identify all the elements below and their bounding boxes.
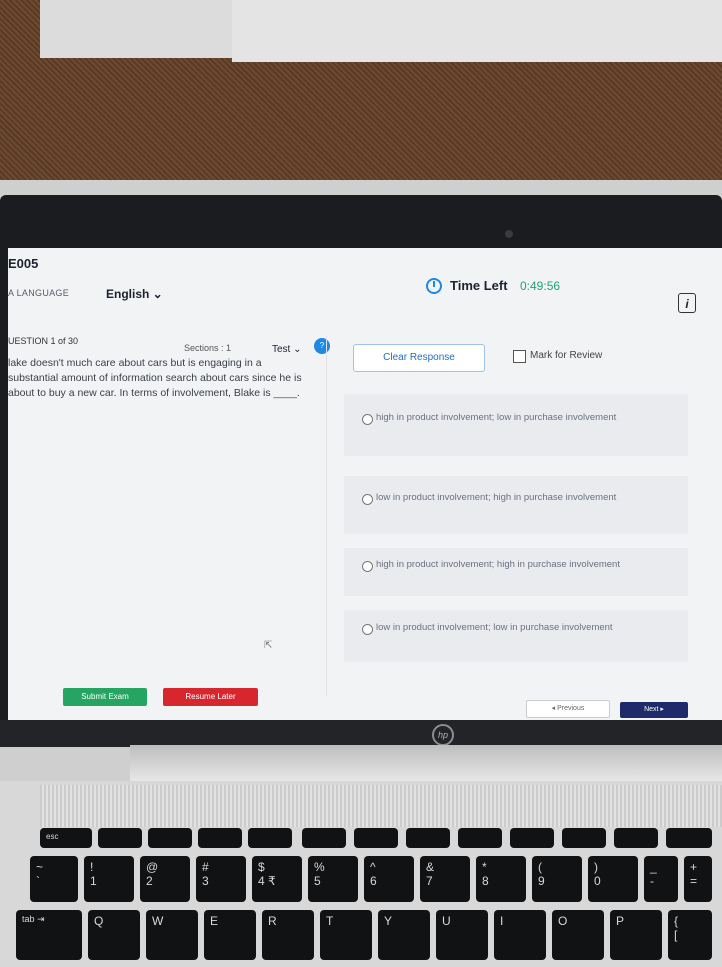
key-f10[interactable] xyxy=(562,828,606,848)
previous-button[interactable]: ◂ Previous xyxy=(526,700,610,718)
key-1[interactable]: ! 1 xyxy=(84,856,134,902)
radio-button[interactable] xyxy=(362,494,373,505)
exam-code: E005 xyxy=(8,256,39,271)
key-7[interactable]: & 7 xyxy=(420,856,470,902)
key-6[interactable]: ^ 6 xyxy=(364,856,414,902)
key-0[interactable]: ) 0 xyxy=(588,856,638,902)
stopwatch-icon xyxy=(426,278,442,294)
option-text: high in product involvement; low in purc… xyxy=(376,412,617,423)
key-r[interactable]: R xyxy=(262,910,314,960)
key-bracket[interactable]: { [ xyxy=(668,910,712,960)
key-backtick[interactable]: ~ ` xyxy=(30,856,78,902)
mark-for-review-checkbox[interactable] xyxy=(513,350,526,363)
key-5[interactable]: % 5 xyxy=(308,856,358,902)
option-text: high in product involvement; high in pur… xyxy=(376,559,620,570)
sections-label: Sections : 1 xyxy=(184,343,232,353)
hp-logo: hp xyxy=(432,724,454,746)
option-text: low in product involvement; low in purch… xyxy=(376,622,613,633)
answer-option-1[interactable]: high in product involvement; low in purc… xyxy=(344,394,688,456)
key-9[interactable]: ( 9 xyxy=(532,856,582,902)
language-label: A LANGUAGE xyxy=(8,288,70,298)
key-f7[interactable] xyxy=(406,828,450,848)
key-f2[interactable] xyxy=(148,828,192,848)
key-e[interactable]: E xyxy=(204,910,256,960)
laptop-hinge xyxy=(130,745,722,781)
panel-divider xyxy=(326,336,327,696)
key-f4[interactable] xyxy=(248,828,292,848)
mark-for-review-label[interactable]: Mark for Review xyxy=(530,350,602,361)
key-t[interactable]: T xyxy=(320,910,372,960)
key-tab[interactable]: tab ⇥ xyxy=(16,910,82,960)
test-dropdown[interactable]: Test ⌄ xyxy=(272,344,302,355)
info-icon[interactable]: i xyxy=(678,293,696,313)
submit-exam-button[interactable]: Submit Exam xyxy=(63,688,147,706)
paper-sheet xyxy=(232,0,722,62)
key-f9[interactable] xyxy=(510,828,554,848)
clear-response-button[interactable]: Clear Response xyxy=(353,344,485,372)
key-f8[interactable] xyxy=(458,828,502,848)
question-number: UESTION 1 of 30 xyxy=(8,336,79,346)
next-button[interactable]: Next ▸ xyxy=(620,702,688,718)
key-minus[interactable]: _ - xyxy=(644,856,678,902)
option-text: low in product involvement; high in purc… xyxy=(376,492,617,503)
laptop-chin xyxy=(0,720,722,747)
laptop-screen: E005 A LANGUAGE English ⌄ Time Left 0:49… xyxy=(8,248,722,720)
radio-button[interactable] xyxy=(362,561,373,572)
help-badge-icon[interactable]: ? xyxy=(314,338,330,354)
speaker-grille xyxy=(40,785,722,827)
resume-later-button[interactable]: Resume Later xyxy=(163,688,258,706)
paper-sheet xyxy=(40,0,232,58)
answer-option-2[interactable]: low in product involvement; high in purc… xyxy=(344,476,688,534)
key-y[interactable]: Y xyxy=(378,910,430,960)
time-left-value: 0:49:56 xyxy=(520,279,561,293)
keyboard: esc ~ ` ! 1 @ 2 # 3 $ 4 ₹ % 5 ^ 6 & 7 * … xyxy=(10,828,722,967)
time-left-label: Time Left xyxy=(450,278,508,293)
key-q[interactable]: Q xyxy=(88,910,140,960)
key-4[interactable]: $ 4 ₹ xyxy=(252,856,302,902)
radio-button[interactable] xyxy=(362,414,373,425)
key-f3[interactable] xyxy=(198,828,242,848)
radio-button[interactable] xyxy=(362,624,373,635)
answer-option-4[interactable]: low in product involvement; low in purch… xyxy=(344,610,688,662)
answer-option-3[interactable]: high in product involvement; high in pur… xyxy=(344,548,688,596)
language-select[interactable]: English ⌄ xyxy=(106,287,163,301)
key-8[interactable]: * 8 xyxy=(476,856,526,902)
key-o[interactable]: O xyxy=(552,910,604,960)
key-w[interactable]: W xyxy=(146,910,198,960)
key-equals[interactable]: + = xyxy=(684,856,712,902)
key-3[interactable]: # 3 xyxy=(196,856,246,902)
webcam xyxy=(505,230,513,238)
key-f12[interactable] xyxy=(666,828,712,848)
key-esc[interactable]: esc xyxy=(40,828,92,848)
key-f6[interactable] xyxy=(354,828,398,848)
key-f11[interactable] xyxy=(614,828,658,848)
key-p[interactable]: P xyxy=(610,910,662,960)
key-2[interactable]: @ 2 xyxy=(140,856,190,902)
key-f5[interactable] xyxy=(302,828,346,848)
question-text: lake doesn't much care about cars but is… xyxy=(8,357,302,399)
key-f1[interactable] xyxy=(98,828,142,848)
mouse-cursor-icon: ⇱ xyxy=(264,640,273,651)
key-i[interactable]: I xyxy=(494,910,546,960)
key-u[interactable]: U xyxy=(436,910,488,960)
